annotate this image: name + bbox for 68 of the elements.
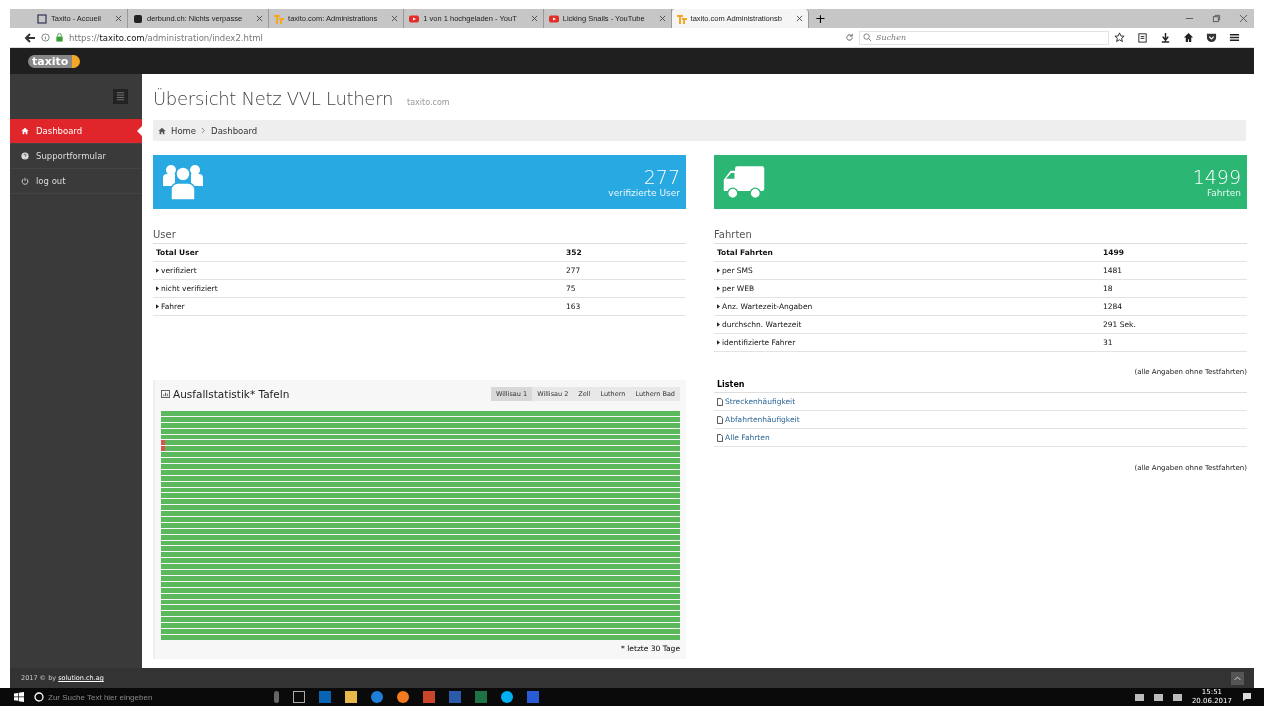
caret-icon [717,304,720,309]
home-icon [158,126,166,135]
home-icon [21,127,29,135]
download-icon[interactable] [1160,32,1171,43]
search-field[interactable]: Suchen [859,30,1109,45]
close-icon[interactable] [795,15,803,22]
close-icon[interactable] [115,15,123,22]
section-title: Listen [714,376,1247,393]
pocket-icon[interactable] [1206,32,1217,43]
stat-value: 277 [643,166,680,188]
notification-icon[interactable] [1242,692,1252,702]
browser-icon[interactable] [371,691,383,703]
menu-icon[interactable] [1229,32,1240,43]
close-icon[interactable] [1239,14,1248,23]
page-title: Übersicht Netz VVL Luthern [153,88,394,109]
task-view-icon[interactable] [293,691,305,703]
caret-icon [156,304,159,309]
clipboard-icon[interactable] [1137,32,1148,43]
lock-icon [55,33,64,42]
stat-label: verifizierte User [608,188,680,198]
logo[interactable]: taxito [28,54,81,68]
close-icon[interactable] [391,15,399,22]
page-subtitle: taxito.com [407,98,450,107]
info-icon[interactable] [41,33,50,42]
new-tab-button[interactable]: + [808,9,832,28]
windows-icon[interactable] [14,692,24,702]
tt-icon [274,13,285,24]
section-title: User [153,229,686,244]
video-icon [548,13,559,24]
back-icon[interactable] [24,31,36,44]
stat-value: 1499 [1192,166,1241,188]
browser-icon[interactable] [397,691,409,703]
bar-chart-icon [161,390,170,398]
close-icon[interactable] [658,15,666,22]
reload-icon[interactable] [845,33,854,42]
tt-icon [676,13,687,24]
section-title: Fahrten [714,229,1247,244]
microphone-icon[interactable] [274,691,279,703]
caret-icon [717,286,720,291]
caret-icon [717,322,720,327]
home-icon[interactable] [1183,32,1194,43]
taskbar-search-field[interactable]: Zur Suche Text hier eingeben [48,692,218,702]
caret-icon [717,268,720,273]
close-icon[interactable] [530,15,538,22]
sidebar-item[interactable]: Dashboard [10,119,142,144]
video-icon [409,13,420,24]
truck-icon [723,164,765,200]
sidebar-item[interactable]: log out [10,169,142,194]
power-icon [21,177,29,185]
restore-icon[interactable] [1212,14,1221,23]
sidebar-item[interactable]: Supportformular [10,144,142,169]
circle-icon[interactable] [34,692,44,702]
help-icon [21,152,29,160]
breadcrumb-link[interactable]: Home [171,125,197,136]
app-icon[interactable] [501,691,513,703]
users-icon [162,164,204,200]
breadcrumb-link[interactable]: Dashboard [211,125,258,136]
stat-label: Fahrten [1206,188,1241,198]
caret-icon [156,286,159,291]
chevron-icon [201,127,207,134]
address-field[interactable]: https://taxito.com/administration/index2.html [69,32,840,43]
star-icon[interactable] [1114,32,1125,43]
panel-title: Ausfallstatistik* Tafeln [173,388,290,400]
caret-icon [156,268,159,273]
caret-icon [717,340,720,345]
page-icon [37,13,47,24]
close-icon[interactable] [256,15,264,22]
scroll-up-icon[interactable] [1231,671,1244,685]
